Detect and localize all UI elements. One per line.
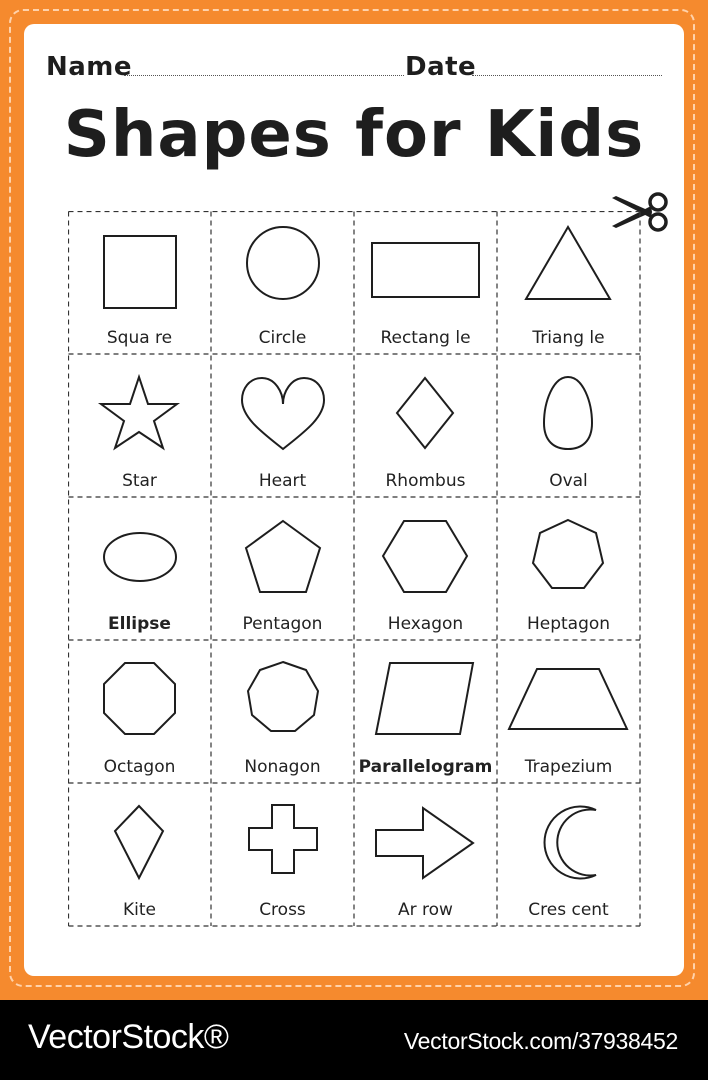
shape-card: Rectang le (354, 211, 497, 354)
shape-label: Triang le (532, 328, 605, 348)
shape-label: Heptagon (526, 614, 611, 634)
shape-label: Trapezium (524, 757, 613, 777)
shape-card: Heptagon (497, 497, 640, 640)
stock-brand: VectorStock® (28, 1018, 229, 1056)
shape-card: Circle (211, 211, 354, 354)
shape-card: Trapezium (497, 640, 640, 783)
shape-card: Kite (68, 783, 211, 926)
shape-label: Octagon (103, 757, 176, 777)
shape-card: Parallelogram (354, 640, 497, 783)
shape-card: Heart (211, 354, 354, 497)
date-line (472, 75, 662, 76)
shape-card: Cross (211, 783, 354, 926)
shape-card: Octagon (68, 640, 211, 783)
shape-label: Rhombus (385, 471, 466, 491)
shape-label: Circle (258, 328, 307, 348)
shape-card: Oval (497, 354, 640, 497)
watermark-footer: VectorStock® VectorStock.com/37938452 (0, 1000, 708, 1080)
date-label: Date (405, 52, 477, 82)
shape-label: Cross (259, 900, 306, 920)
shape-card: Star (68, 354, 211, 497)
shape-label: Oval (549, 471, 588, 491)
shape-card: Rhombus (354, 354, 497, 497)
shape-label: Star (122, 471, 157, 491)
shape-label: Rectang le (380, 328, 471, 348)
shape-label: Nonagon (244, 757, 321, 777)
shape-card: Cres cent (497, 783, 640, 926)
shape-label: Pentagon (242, 614, 323, 634)
shape-card: Squa re (68, 211, 211, 354)
shapes-grid: Squa re Circle Rectang le Triang le Star… (68, 211, 640, 926)
shape-label: Cres cent (528, 900, 609, 920)
shape-label: Parallelogram (358, 757, 493, 777)
name-label: Name (46, 52, 133, 82)
shape-card: Pentagon (211, 497, 354, 640)
shape-label: Ar row (398, 900, 453, 920)
stock-id: VectorStock.com/37938452 (403, 1028, 678, 1054)
shape-card: Triang le (497, 211, 640, 354)
shape-label: Squa re (106, 328, 173, 348)
shape-label: Ellipse (108, 614, 171, 634)
shape-card: Nonagon (211, 640, 354, 783)
shape-card: Ellipse (68, 497, 211, 640)
page-title: Shapes for Kids (63, 98, 645, 172)
shape-card: Ar row (354, 783, 497, 926)
shape-label: Heart (258, 471, 307, 491)
shape-label: Hexagon (387, 614, 464, 634)
name-line (124, 75, 404, 76)
shape-card: Hexagon (354, 497, 497, 640)
shape-label: Kite (123, 900, 156, 920)
